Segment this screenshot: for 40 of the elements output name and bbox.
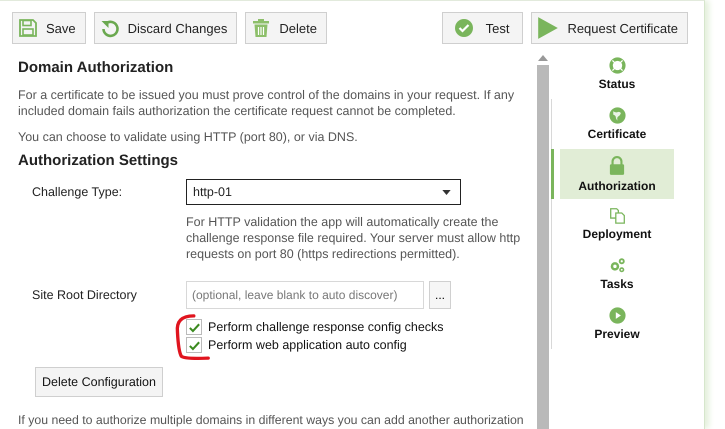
play-icon [537, 16, 560, 40]
nav-item[interactable]: Status [560, 49, 674, 99]
copy-icon [608, 207, 626, 224]
nav-item[interactable]: Preview [560, 299, 674, 349]
browse-button[interactable]: ... [429, 281, 451, 309]
toolbar-button[interactable]: Test [442, 12, 524, 44]
trash-icon [251, 18, 272, 38]
checkbox[interactable] [186, 337, 202, 353]
field-label: Challenge Type: [32, 185, 124, 199]
settings-heading: Authorization Settings [18, 152, 179, 169]
toolbar-button[interactable]: Save [12, 12, 86, 44]
toolbar-button[interactable]: Delete [245, 12, 327, 44]
nav-item[interactable]: Deployment [560, 199, 674, 249]
checkbox-label: Perform web application auto config [208, 338, 407, 352]
delete-configuration-button[interactable]: Delete Configuration [35, 367, 163, 397]
check-circle-icon [454, 18, 474, 38]
challenge-type-dropdown[interactable]: http-01 [186, 179, 461, 205]
nav-item[interactable]: Certificate [560, 99, 674, 149]
gears-icon [608, 257, 626, 274]
undo-icon [100, 18, 120, 38]
site-root-field[interactable]: (optional, leave blank to auto discover) [186, 281, 424, 309]
save-icon [18, 18, 38, 38]
toolbar-button[interactable]: Request Certificate [531, 12, 688, 44]
validation-note: You can choose to validate using HTTP (port 80), or via DNS. [18, 129, 359, 145]
intro-text: For a certificate to be issued you must prove control of the domains in your request. If any included domain fails authorization the certificate request cannot be completed. [18, 87, 516, 119]
lifebuoy-icon [608, 57, 626, 74]
checkbox-label: Perform challenge response config checks [208, 320, 444, 334]
caret-icon [442, 190, 451, 194]
help-text: For HTTP validation the app will automatically create the challenge response file required. Your server must allow http requests on port 80 (https redirections permitted). [186, 214, 522, 262]
globe-icon [608, 107, 626, 124]
checkbox[interactable] [186, 319, 202, 335]
field-label: Site Root Directory [32, 288, 138, 302]
lock-icon [609, 156, 625, 176]
toolbar-button[interactable]: Discard Changes [94, 12, 238, 44]
nav-item[interactable]: Tasks [560, 249, 674, 299]
scroll-up-icon[interactable] [538, 55, 548, 61]
nav-item[interactable]: Authorization [560, 149, 674, 199]
play-circle-icon [608, 307, 626, 324]
footer-text: If you need to authorize multiple domains in different ways you can add another authorization [18, 412, 525, 428]
section-heading: Domain Authorization [18, 59, 174, 76]
